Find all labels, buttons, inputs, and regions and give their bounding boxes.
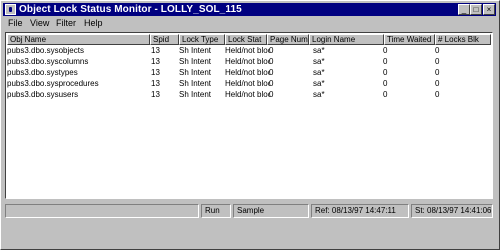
column-header-time-waited[interactable]: Time Waited: [384, 34, 435, 45]
menu-file[interactable]: File: [8, 18, 23, 28]
cell-time-waited: 0: [383, 68, 388, 77]
cell-time-waited: 0: [383, 57, 388, 66]
cell-spid: 13: [151, 79, 160, 88]
window-title: Object Lock Status Monitor - LOLLY_SOL_1…: [19, 4, 242, 15]
cell-login-name: sa*: [313, 46, 325, 55]
menu-help[interactable]: Help: [84, 18, 103, 28]
cell-obj-name: pubs3.dbo.systypes: [7, 68, 78, 77]
status-run: Run: [201, 204, 231, 218]
table-row[interactable]: pubs3.dbo.systypes 13 Sh Intent Held/not…: [7, 68, 491, 78]
cell-lock-type: Sh Intent: [179, 68, 212, 77]
title-bar[interactable]: Object Lock Status Monitor - LOLLY_SOL_1…: [3, 3, 496, 16]
cell-obj-name: pubs3.dbo.sysprocedures: [7, 79, 99, 88]
cell-page-num: 0: [269, 46, 274, 55]
cell-lock-type: Sh Intent: [179, 90, 212, 99]
status-ref-time: Ref: 08/13/97 14:47:11: [311, 204, 409, 218]
lock-table[interactable]: Obj Name Spid Lock Type Lock Stat Page N…: [5, 32, 493, 199]
minimize-button[interactable]: _: [458, 4, 470, 15]
column-header-obj-name[interactable]: Obj Name: [7, 34, 150, 45]
menu-bar: File View Filter Help: [3, 17, 496, 29]
cell-page-num: 0: [269, 79, 274, 88]
cell-lock-stat: Held/not blocked: [225, 68, 270, 77]
close-button[interactable]: ×: [483, 4, 495, 15]
cell-time-waited: 0: [383, 46, 388, 55]
table-row[interactable]: pubs3.dbo.sysprocedures 13 Sh Intent Hel…: [7, 79, 491, 89]
column-header-login-name[interactable]: Login Name: [309, 34, 384, 45]
cell-page-num: 0: [269, 57, 274, 66]
cell-lock-type: Sh Intent: [179, 46, 212, 55]
table-row[interactable]: pubs3.dbo.sysusers 13 Sh Intent Held/not…: [7, 90, 491, 100]
cell-spid: 13: [151, 46, 160, 55]
app-icon[interactable]: [5, 4, 16, 15]
maximize-button[interactable]: □: [470, 4, 482, 15]
column-header-lock-stat[interactable]: Lock Stat: [225, 34, 267, 45]
status-sample: Sample: [233, 204, 309, 218]
cell-lock-stat: Held/not blocked: [225, 57, 270, 66]
cell-lock-stat: Held/not blocked: [225, 79, 270, 88]
cell-spid: 13: [151, 68, 160, 77]
cell-locks-blk: 0: [435, 57, 440, 66]
cell-login-name: sa*: [313, 57, 325, 66]
cell-time-waited: 0: [383, 79, 388, 88]
cell-spid: 13: [151, 90, 160, 99]
status-bar: Run Sample Ref: 08/13/97 14:47:11 St: 08…: [5, 204, 493, 218]
cell-obj-name: pubs3.dbo.sysusers: [7, 90, 79, 99]
column-header-page-num[interactable]: Page Num: [267, 34, 309, 45]
table-row[interactable]: pubs3.dbo.syscolumns 13 Sh Intent Held/n…: [7, 57, 491, 67]
cell-lock-stat: Held/not blocked: [225, 90, 270, 99]
cell-lock-type: Sh Intent: [179, 57, 212, 66]
cell-obj-name: pubs3.dbo.syscolumns: [7, 57, 89, 66]
status-panel-message: [5, 204, 199, 218]
cell-obj-name: pubs3.dbo.sysobjects: [7, 46, 84, 55]
cell-locks-blk: 0: [435, 90, 440, 99]
table-row[interactable]: pubs3.dbo.sysobjects 13 Sh Intent Held/n…: [7, 46, 491, 56]
cell-time-waited: 0: [383, 90, 388, 99]
app-window: Object Lock Status Monitor - LOLLY_SOL_1…: [0, 0, 500, 250]
cell-lock-stat: Held/not blocked: [225, 46, 270, 55]
column-header-spid[interactable]: Spid: [150, 34, 179, 45]
cell-login-name: sa*: [313, 79, 325, 88]
cell-login-name: sa*: [313, 90, 325, 99]
column-header-lock-type[interactable]: Lock Type: [179, 34, 225, 45]
menu-filter[interactable]: Filter: [56, 18, 76, 28]
cell-spid: 13: [151, 57, 160, 66]
cell-lock-type: Sh Intent: [179, 79, 212, 88]
cell-locks-blk: 0: [435, 68, 440, 77]
menu-view[interactable]: View: [30, 18, 49, 28]
cell-page-num: 0: [269, 90, 274, 99]
cell-locks-blk: 0: [435, 46, 440, 55]
status-start-time: St: 08/13/97 14:41:06: [411, 204, 493, 218]
cell-page-num: 0: [269, 68, 274, 77]
cell-login-name: sa*: [313, 68, 325, 77]
cell-locks-blk: 0: [435, 79, 440, 88]
column-header-locks-blk[interactable]: # Locks Blk: [435, 34, 491, 45]
